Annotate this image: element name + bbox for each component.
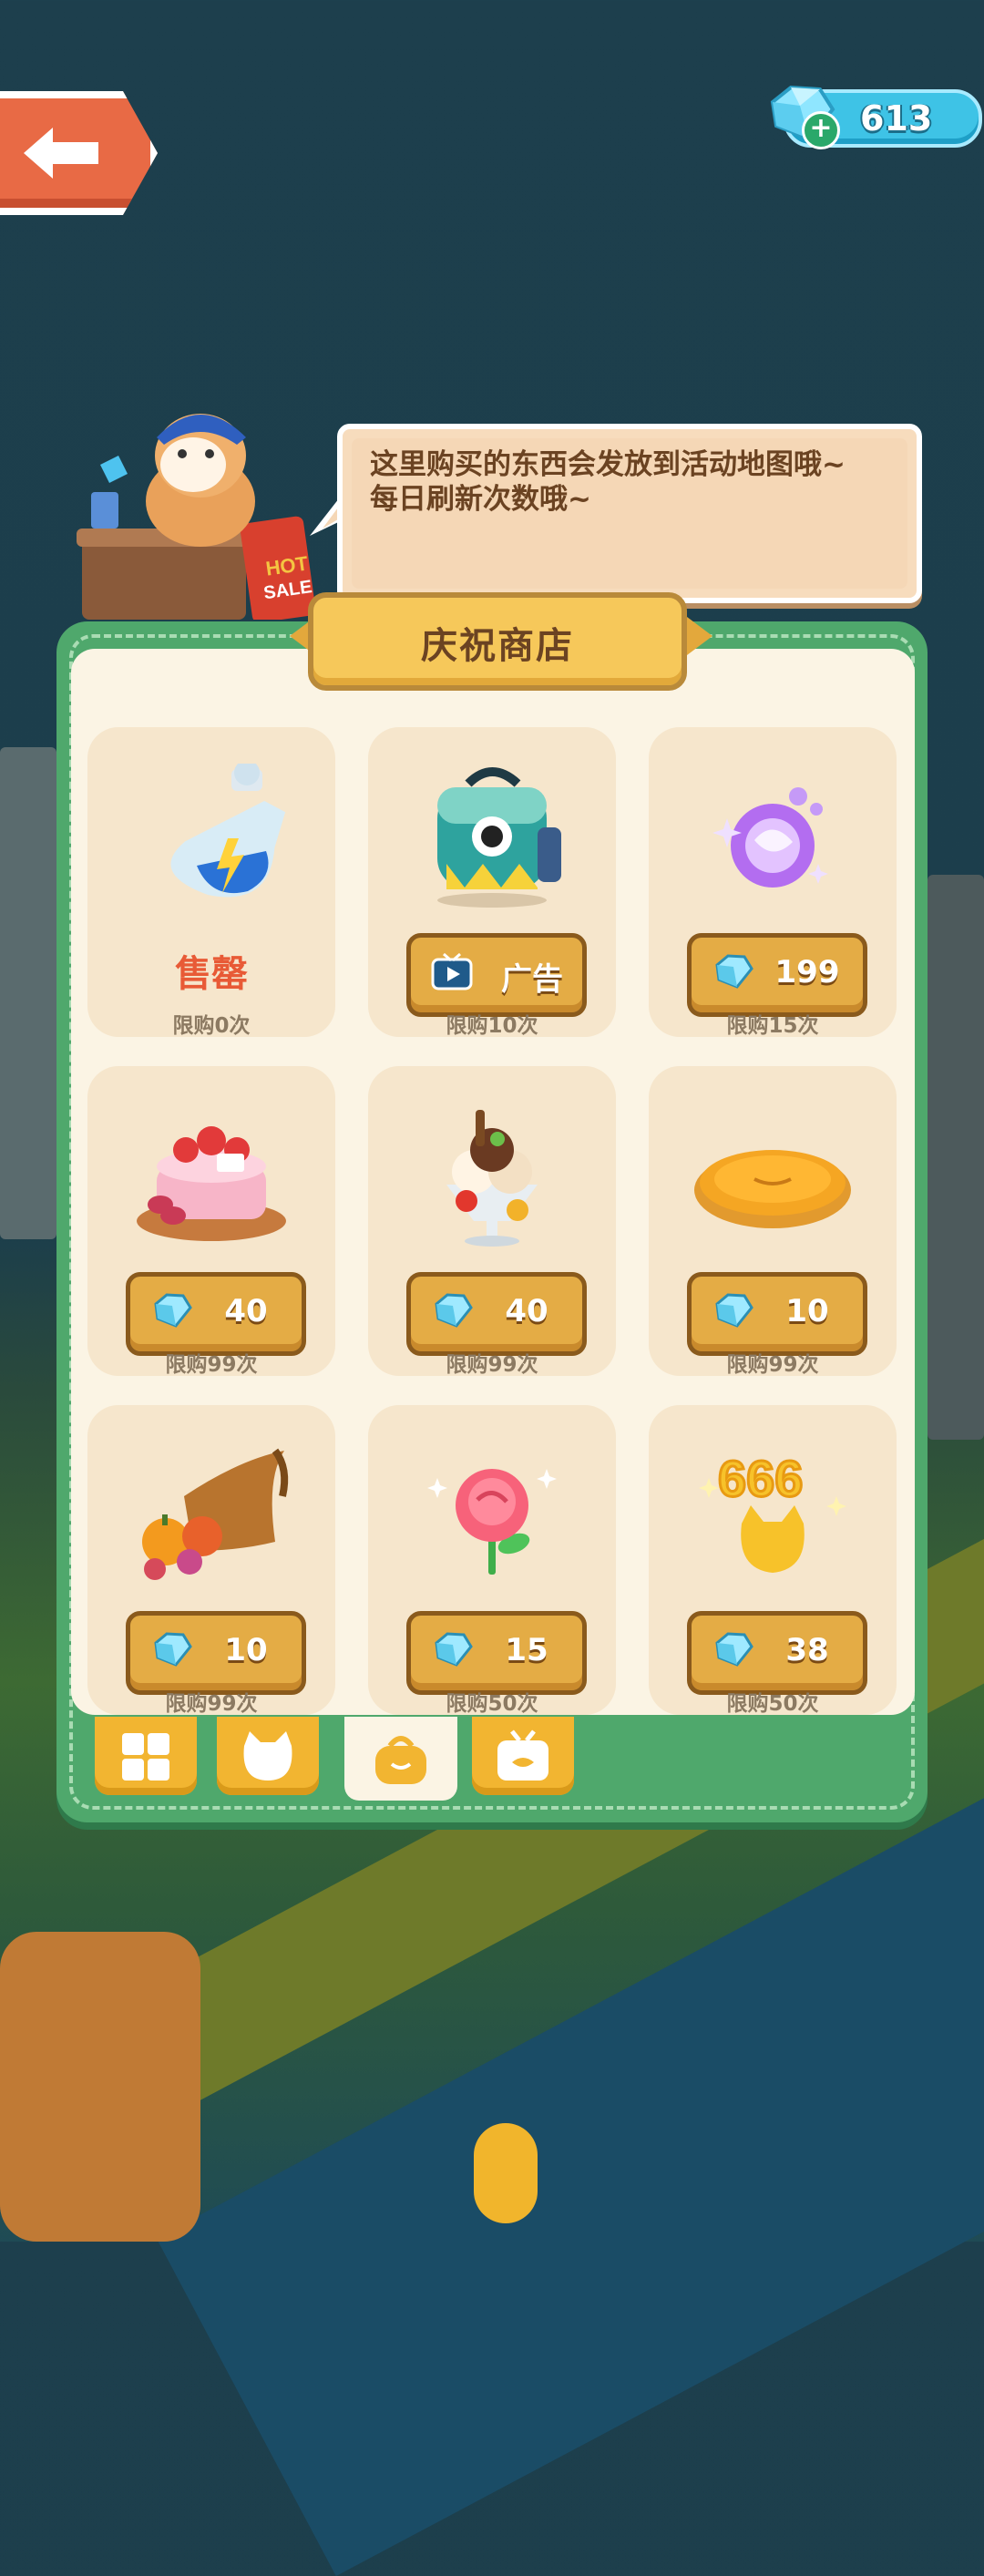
ad-label: 广告 xyxy=(501,961,563,998)
purchase-limit: 限购99次 xyxy=(446,1353,538,1377)
666-cat-badge-icon: 666 xyxy=(699,1449,846,1573)
watch-ad-button[interactable]: 广告 xyxy=(406,933,587,1017)
price: 38 xyxy=(785,1632,829,1668)
purchase-limit: 限购10次 xyxy=(446,1014,538,1038)
shop-item-cornucopia[interactable]: 10 限购99次 xyxy=(87,1405,335,1715)
shop-item-pie[interactable]: 10 限购99次 xyxy=(649,1066,897,1377)
cat-icon xyxy=(243,1731,292,1781)
shop-item-magic-orb[interactable]: 199 限购15次 xyxy=(649,727,897,1038)
shop-item-ice-cream-sundae[interactable]: 40 限购99次 xyxy=(368,1066,616,1377)
strawberry-cake-icon xyxy=(137,1126,286,1241)
gem-icon xyxy=(715,1632,753,1667)
price: 10 xyxy=(785,1293,829,1329)
purchase-limit: 限购99次 xyxy=(726,1353,819,1377)
buy-button[interactable]: 40 xyxy=(406,1272,587,1356)
price: 40 xyxy=(224,1293,268,1329)
shop-title: 庆祝商店 xyxy=(421,625,574,667)
bag-icon xyxy=(375,1736,426,1784)
purchase-limit: 限购15次 xyxy=(726,1014,819,1038)
tab-cat[interactable] xyxy=(217,1717,319,1795)
map-character xyxy=(474,2123,538,2223)
map-buildings-left xyxy=(0,747,56,1239)
rose-icon xyxy=(427,1469,557,1575)
tab-bag[interactable] xyxy=(344,1717,457,1801)
buy-button[interactable]: 15 xyxy=(406,1611,587,1695)
price: 40 xyxy=(505,1293,548,1329)
buy-button[interactable]: 40 xyxy=(126,1272,306,1356)
purchase-limit: 限购50次 xyxy=(446,1692,538,1715)
shop-item-backpack[interactable]: 广告 限购10次 xyxy=(368,727,616,1038)
shop-title-banner: 庆祝商店 xyxy=(308,592,687,691)
buy-button[interactable]: 199 xyxy=(687,933,867,1017)
backpack-icon xyxy=(437,767,561,908)
energy-potion-icon xyxy=(170,764,286,898)
svg-text:666: 666 xyxy=(718,1450,803,1507)
cornucopia-icon xyxy=(142,1448,289,1580)
gem-icon xyxy=(154,1293,192,1328)
magic-orb-icon xyxy=(712,787,828,888)
back-arrow-icon xyxy=(24,128,98,179)
sold-out-label: 售罄 xyxy=(175,953,248,995)
purchase-limit: 限购0次 xyxy=(172,1014,251,1038)
buy-button[interactable]: 10 xyxy=(687,1272,867,1356)
shop-item-rose[interactable]: 15 限购50次 xyxy=(368,1405,616,1715)
map-buildings-right xyxy=(928,875,984,1440)
tab-tv-gift[interactable] xyxy=(472,1717,574,1795)
gem-icon xyxy=(435,1632,473,1667)
purchase-limit: 限购50次 xyxy=(726,1692,819,1715)
buy-button[interactable]: 38 xyxy=(687,1611,867,1695)
shopkeeper-dog-illustration: HOT SALE xyxy=(77,414,316,620)
ice-cream-sundae-icon xyxy=(446,1110,538,1247)
buy-button[interactable]: 10 xyxy=(126,1611,306,1695)
price: 199 xyxy=(774,954,840,990)
shop-item-energy-potion[interactable]: 售罄 限购0次 xyxy=(87,727,335,1038)
gem-count: 613 xyxy=(860,98,933,139)
gem-icon xyxy=(715,1293,753,1328)
gem-icon xyxy=(435,1293,473,1328)
shop-item-strawberry-cake[interactable]: 40 限购99次 xyxy=(87,1066,335,1377)
back-button[interactable] xyxy=(0,91,158,215)
gem-icon xyxy=(154,1632,192,1667)
purchase-limit: 限购99次 xyxy=(165,1692,258,1715)
tab-grid[interactable] xyxy=(95,1717,197,1795)
shop-panel-content: 售罄 限购0次 广告 限购10次 199 限购15次 40 限购99次 40 限… xyxy=(71,649,915,1715)
price: 10 xyxy=(224,1632,268,1668)
tv-ad-icon xyxy=(431,952,473,990)
gem-icon xyxy=(715,954,753,989)
purchase-limit: 限购99次 xyxy=(165,1353,258,1377)
speech-bubble: 这里购买的东西会发放到活动地图哦~ 每日刷新次数哦~ xyxy=(337,424,922,603)
add-gems-button[interactable]: + xyxy=(802,111,840,149)
pie-icon xyxy=(694,1150,851,1228)
map-cornucopia-field xyxy=(0,1932,200,2242)
tv-gift-icon xyxy=(497,1729,548,1781)
grid-icon xyxy=(122,1733,169,1781)
shop-item-666-cat-badge[interactable]: 666 38 限购50次 xyxy=(649,1405,897,1715)
price: 15 xyxy=(505,1632,548,1668)
speech-text: 这里购买的东西会发放到活动地图哦~ 每日刷新次数哦~ xyxy=(370,448,846,516)
